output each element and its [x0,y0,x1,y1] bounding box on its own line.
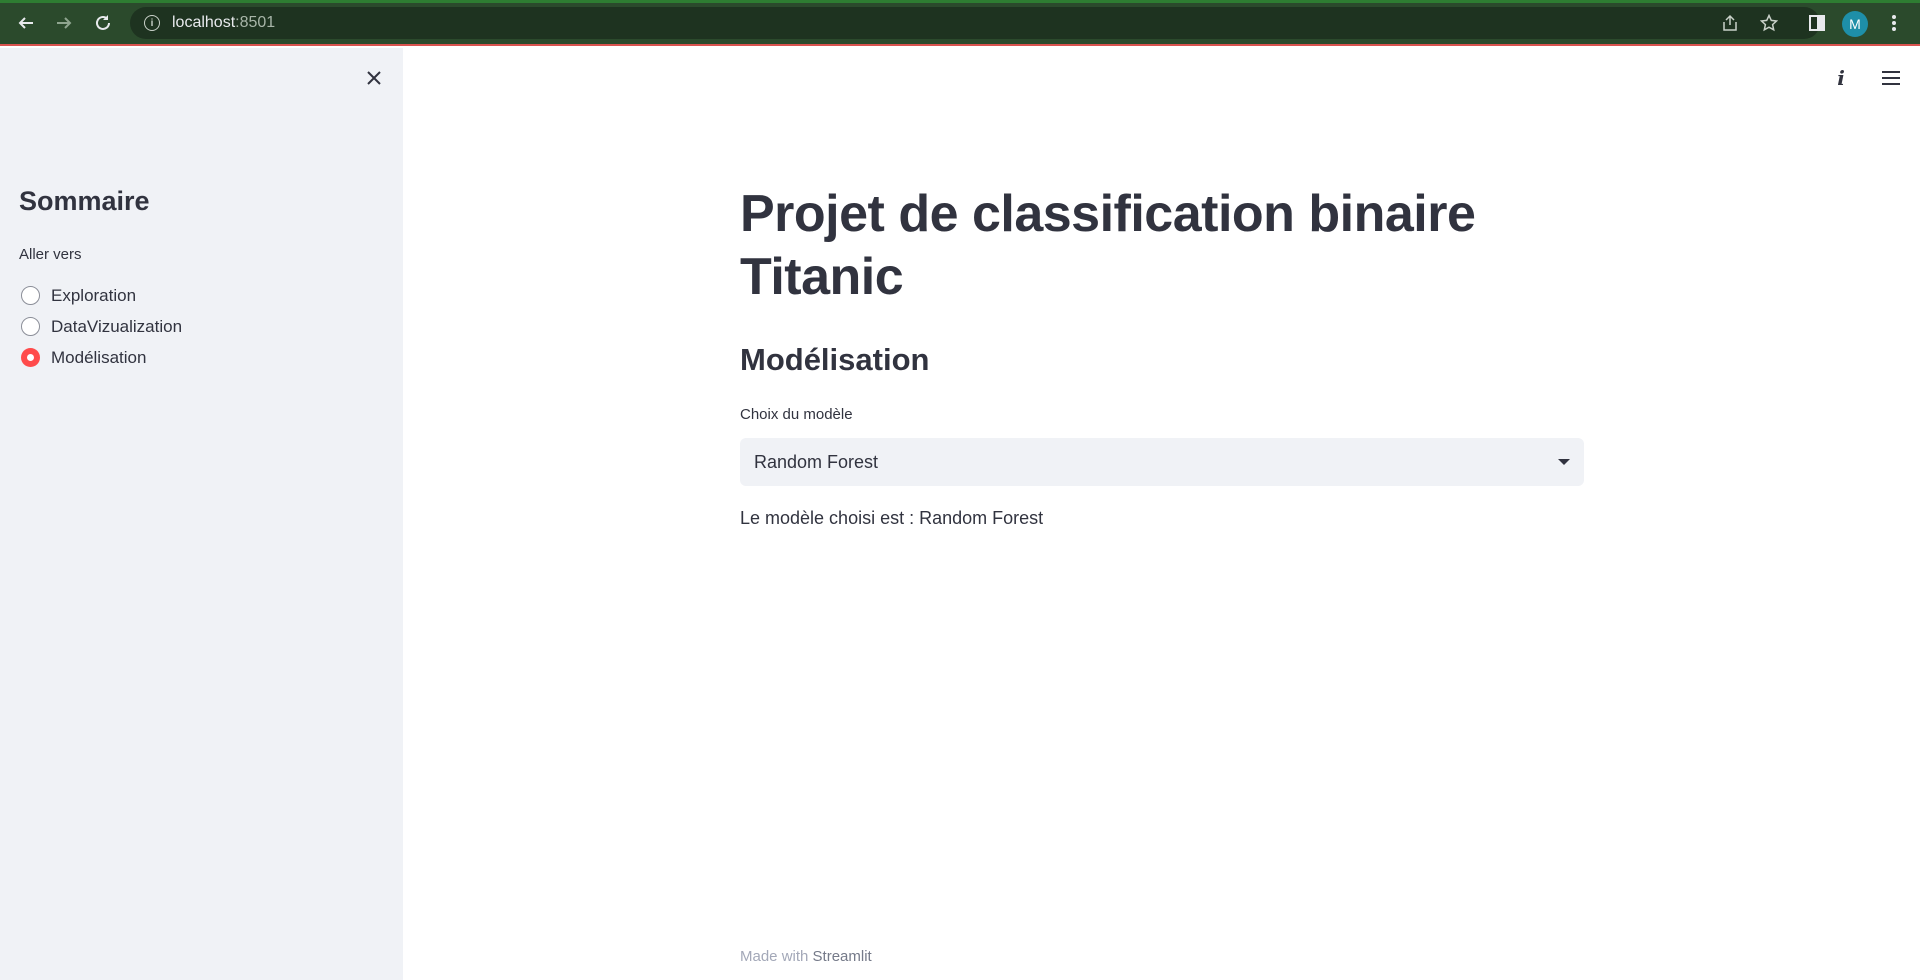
sidebar-close-button[interactable] [360,64,388,92]
italic-i-icon: i [1837,66,1845,90]
radio-circle-icon[interactable] [21,317,40,336]
reload-icon [96,15,110,30]
side-panel-icon [1809,15,1825,31]
main-area: i Projet de classification binaire Titan… [403,48,1920,980]
navigation-radio-group: Exploration DataVizualization Modélisati… [21,280,182,373]
sidebar: Sommaire Aller vers Exploration DataVizu… [0,48,403,980]
radio-option-datavizualization[interactable]: DataVizualization [21,311,182,342]
radio-option-label[interactable]: Modélisation [51,348,146,368]
footer-prefix: Made with [740,948,809,965]
back-button[interactable] [13,10,39,36]
hamburger-menu-icon [1882,71,1900,85]
sidebar-title: Sommaire [19,186,150,216]
model-select[interactable]: Random Forest [740,438,1584,486]
star-icon [1760,14,1778,32]
bookmark-button[interactable] [1757,11,1781,35]
radio-group-label: Aller vers [19,246,82,263]
close-icon [367,71,381,85]
profile-initial: M [1849,16,1861,32]
radio-option-label[interactable]: Exploration [51,286,136,306]
radio-option-label[interactable]: DataVizualization [51,317,182,337]
url-port: :8501 [235,14,276,31]
info-icon[interactable]: i [144,15,160,31]
url-host: localhost [172,14,236,31]
page-title-line1: Projet de classification binaire [740,185,1476,243]
model-select-value[interactable]: Random Forest [754,452,878,473]
forward-button[interactable] [51,10,77,36]
radio-option-exploration[interactable]: Exploration [21,280,182,311]
arrow-right-icon [57,17,72,29]
radio-option-modelisation[interactable]: Modélisation [21,342,182,373]
footer: Made with Streamlit [740,948,872,965]
address-bar[interactable]: i localhost :8501 [130,7,1820,39]
page-title: Projet de classification binaire Titanic [740,183,1584,309]
browser-toolbar: i localhost :8501 M [0,0,1920,46]
browser-menu-button[interactable] [1882,11,1906,35]
arrow-left-icon [18,17,33,29]
reload-button[interactable] [90,10,116,36]
share-icon [1723,14,1737,31]
app-info-button[interactable]: i [1827,64,1855,92]
app-menu-button[interactable] [1877,64,1905,92]
profile-avatar[interactable]: M [1842,11,1868,37]
radio-checked-icon[interactable] [21,348,40,367]
tab-strip-accent [0,0,1920,3]
share-button[interactable] [1718,11,1742,35]
section-title: Modélisation [740,342,930,377]
model-select-label: Choix du modèle [740,406,853,423]
caret-down-icon[interactable] [1558,459,1570,465]
streamlit-link[interactable]: Streamlit [813,948,872,965]
radio-circle-icon[interactable] [21,286,40,305]
kebab-menu-icon [1892,15,1896,31]
result-text: Le modèle choisi est : Random Forest [740,508,1044,528]
page-title-line2: Titanic [740,248,904,306]
side-panel-button[interactable] [1805,11,1829,35]
main-content: Projet de classification binaire Titanic… [740,183,1584,529]
